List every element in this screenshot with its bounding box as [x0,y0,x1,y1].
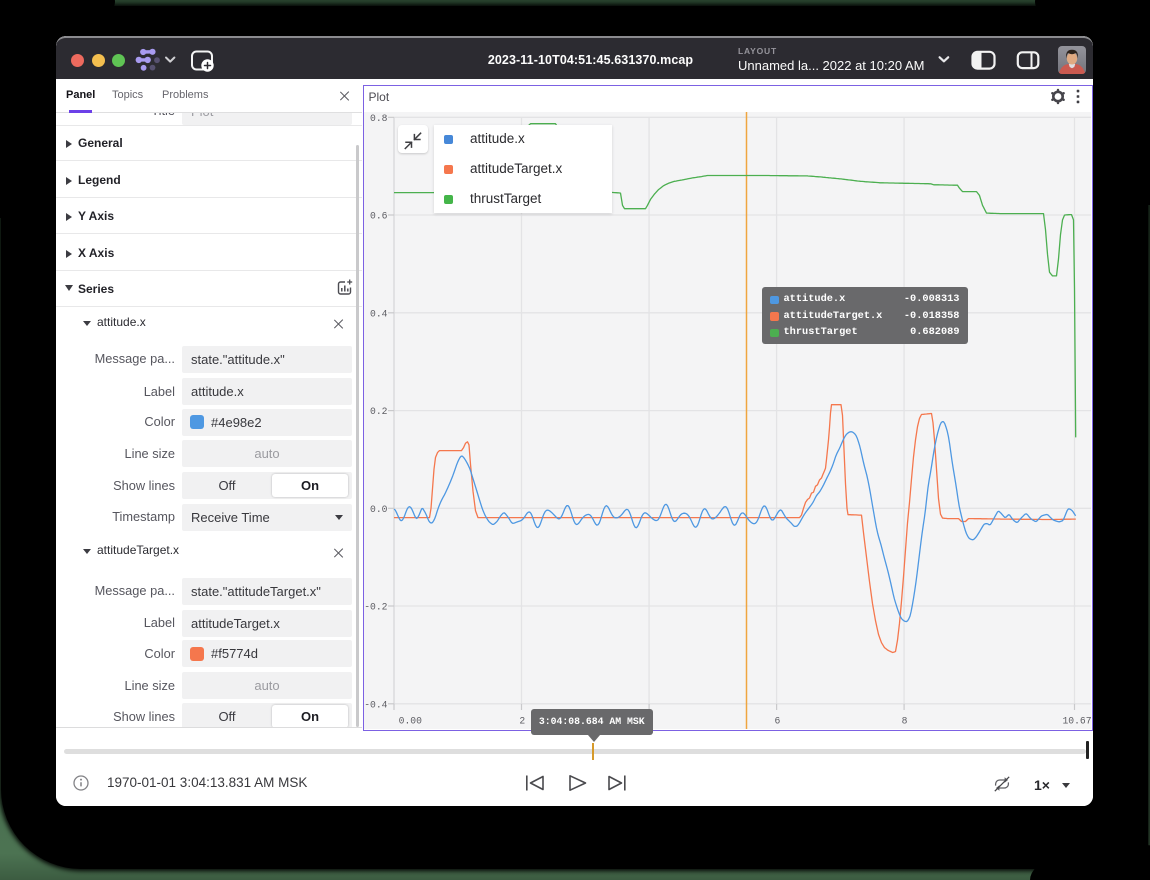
svg-text:0.0: 0.0 [370,503,388,514]
svg-text:8: 8 [901,715,907,726]
svg-text:2: 2 [519,715,525,726]
svg-text:0.4: 0.4 [370,308,388,319]
svg-text:-0.2: -0.2 [364,601,387,612]
svg-text:0.2: 0.2 [370,406,388,417]
svg-text:0.6: 0.6 [370,210,388,221]
svg-text:10.67: 10.67 [1062,715,1091,726]
svg-text:0.8: 0.8 [370,112,388,123]
svg-text:6: 6 [774,715,780,726]
svg-text:-0.4: -0.4 [364,699,387,710]
svg-text:0.00: 0.00 [398,715,421,726]
